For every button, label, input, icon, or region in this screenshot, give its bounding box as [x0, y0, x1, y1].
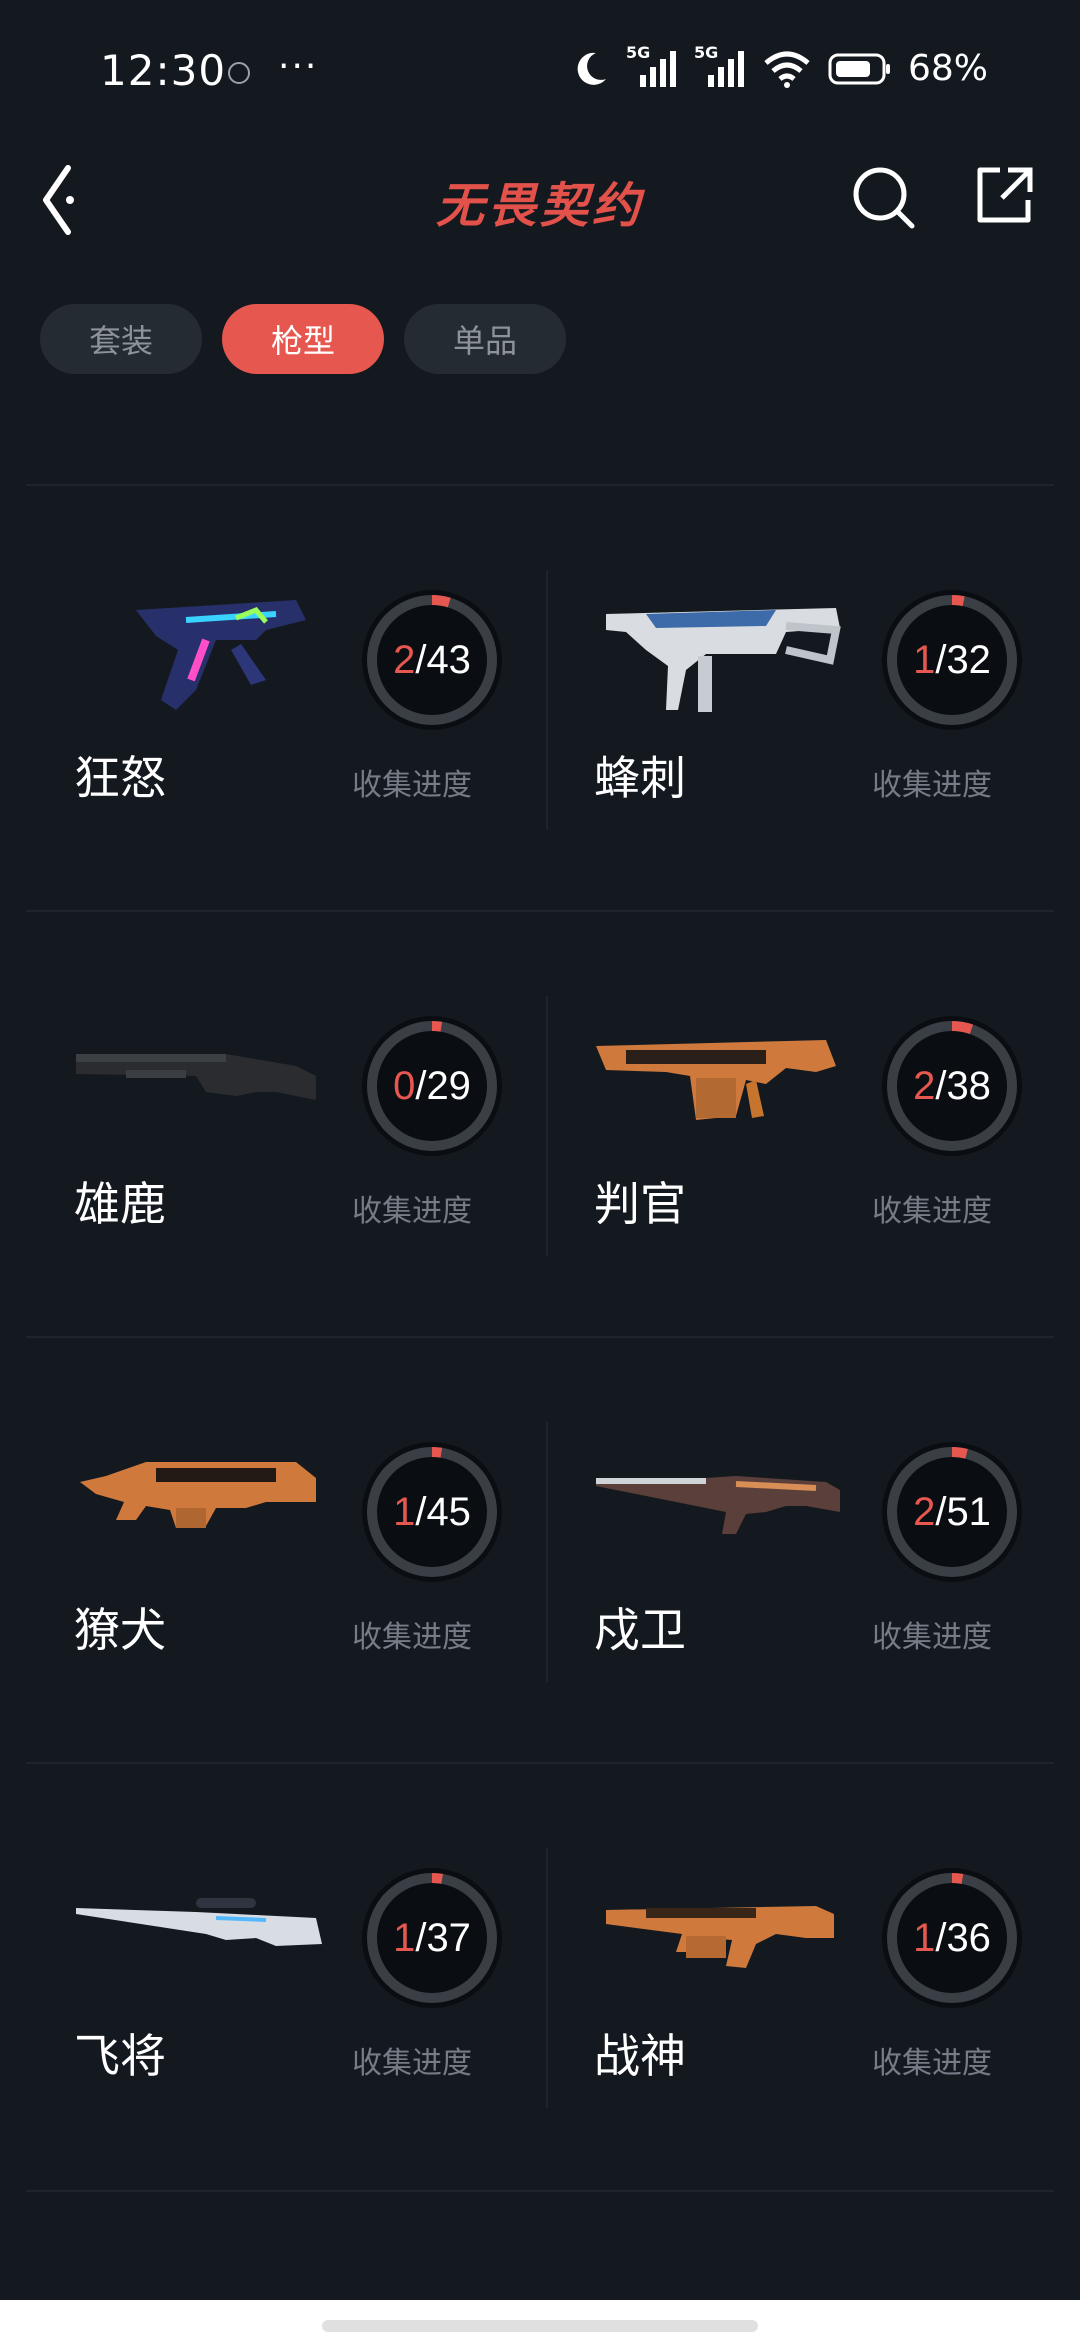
smg-icon — [586, 570, 846, 730]
tab-suit[interactable]: 套装 — [40, 304, 202, 374]
progress-ring: 1/45 — [362, 1442, 502, 1582]
count-separator: / — [415, 1489, 427, 1534]
battery-icon — [828, 53, 890, 84]
total-count: 29 — [426, 1063, 471, 1108]
status-time: 12:30 — [100, 46, 227, 95]
header: 无畏契约 — [0, 140, 1080, 260]
gun-card[interactable]: 戍卫 2/51 收集进度 — [546, 1422, 1066, 1722]
total-count: 36 — [946, 1915, 991, 1960]
collected-count: 2 — [913, 1489, 936, 1534]
progress-label: 收集进度 — [352, 768, 472, 803]
gun-card[interactable]: 判官 2/38 收集进度 — [546, 996, 1066, 1296]
total-count: 37 — [426, 1915, 471, 1960]
count-separator: / — [415, 637, 427, 682]
machine-gun-icon — [586, 1848, 846, 2008]
total-count: 45 — [426, 1489, 471, 1534]
gun-card[interactable]: 獠犬 1/45 收集进度 — [26, 1422, 546, 1722]
pistol-icon — [66, 570, 326, 730]
tab-bar: 套装 枪型 单品 — [40, 304, 566, 374]
gun-card[interactable]: 雄鹿 0/29 收集进度 — [26, 996, 546, 1296]
tab-gun-type[interactable]: 枪型 — [222, 304, 384, 374]
signal-1-icon: 5G — [626, 43, 678, 89]
progress-count: 2/38 — [882, 1016, 1022, 1156]
gun-name: 狂怒 — [74, 751, 166, 805]
shotgun-icon — [66, 996, 326, 1156]
divider — [26, 1762, 1054, 1764]
count-separator: / — [935, 1915, 947, 1960]
sniper-icon — [66, 1848, 326, 2008]
search-icon — [853, 167, 915, 229]
total-count: 51 — [946, 1489, 991, 1534]
collected-count: 0 — [393, 1063, 416, 1108]
bullpup-rifle-icon — [66, 1422, 326, 1582]
progress-ring: 2/43 — [362, 590, 502, 730]
gun-card[interactable]: 战神 1/36 收集进度 — [546, 1848, 1066, 2148]
gun-name: 蜂刺 — [594, 751, 686, 805]
progress-count: 2/43 — [362, 590, 502, 730]
gun-name: 判官 — [594, 1177, 686, 1231]
progress-label: 收集进度 — [872, 1620, 992, 1655]
progress-label: 收集进度 — [352, 1620, 472, 1655]
count-separator: / — [415, 1915, 427, 1960]
progress-label: 收集进度 — [352, 2046, 472, 2081]
signal-2-icon: 5G — [694, 43, 746, 89]
progress-count: 0/29 — [362, 1016, 502, 1156]
progress-count: 1/45 — [362, 1442, 502, 1582]
count-separator: / — [935, 637, 947, 682]
collected-count: 2 — [393, 637, 416, 682]
gun-name: 戍卫 — [594, 1603, 686, 1657]
collected-count: 2 — [913, 1063, 936, 1108]
status-bar: 12:30 ··· 5G 5G 68% — [0, 0, 1080, 140]
gun-card[interactable]: 飞将 1/37 收集进度 — [26, 1848, 546, 2148]
total-count: 32 — [946, 637, 991, 682]
total-count: 43 — [426, 637, 471, 682]
gun-name: 獠犬 — [74, 1603, 166, 1657]
search-button[interactable] — [850, 164, 918, 232]
gun-name: 飞将 — [74, 2029, 166, 2083]
progress-ring: 1/37 — [362, 1868, 502, 2008]
divider — [26, 484, 1054, 486]
gun-name: 战神 — [594, 2029, 686, 2083]
battery-percent: 68% — [907, 48, 988, 89]
home-indicator[interactable] — [322, 2320, 758, 2332]
auto-shotgun-icon — [586, 996, 846, 1156]
wifi-icon — [764, 51, 810, 88]
count-separator: / — [415, 1063, 427, 1108]
progress-label: 收集进度 — [352, 1194, 472, 1229]
progress-label: 收集进度 — [872, 2046, 992, 2081]
collected-count: 1 — [393, 1915, 416, 1960]
divider — [26, 2190, 1054, 2192]
progress-label: 收集进度 — [872, 1194, 992, 1229]
gun-card[interactable]: 蜂刺 1/32 收集进度 — [546, 570, 1066, 870]
total-count: 38 — [946, 1063, 991, 1108]
progress-ring: 1/32 — [882, 590, 1022, 730]
progress-count: 1/32 — [882, 590, 1022, 730]
progress-count: 1/36 — [882, 1868, 1022, 2008]
progress-ring: 0/29 — [362, 1016, 502, 1156]
notification-icon — [228, 62, 250, 84]
status-icons: 5G 5G 68% — [570, 43, 988, 89]
collected-count: 1 — [913, 637, 936, 682]
progress-count: 1/37 — [362, 1868, 502, 2008]
count-separator: / — [935, 1489, 947, 1534]
progress-ring: 2/38 — [882, 1016, 1022, 1156]
collected-count: 1 — [393, 1489, 416, 1534]
page-title: 无畏契约 — [435, 178, 644, 234]
progress-ring: 2/51 — [882, 1442, 1022, 1582]
moon-icon — [577, 52, 606, 85]
divider — [26, 910, 1054, 912]
progress-count: 2/51 — [882, 1442, 1022, 1582]
rifle-icon — [586, 1422, 846, 1582]
gun-card[interactable]: 狂怒 2/43 收集进度 — [26, 570, 546, 870]
collected-count: 1 — [913, 1915, 936, 1960]
share-button[interactable] — [972, 164, 1036, 228]
share-icon — [977, 167, 1033, 223]
progress-label: 收集进度 — [872, 768, 992, 803]
divider — [26, 1336, 1054, 1338]
gun-name: 雄鹿 — [74, 1177, 166, 1231]
status-more: ··· — [278, 46, 319, 87]
tab-item[interactable]: 单品 — [404, 304, 566, 374]
count-separator: / — [935, 1063, 947, 1108]
progress-ring: 1/36 — [882, 1868, 1022, 2008]
